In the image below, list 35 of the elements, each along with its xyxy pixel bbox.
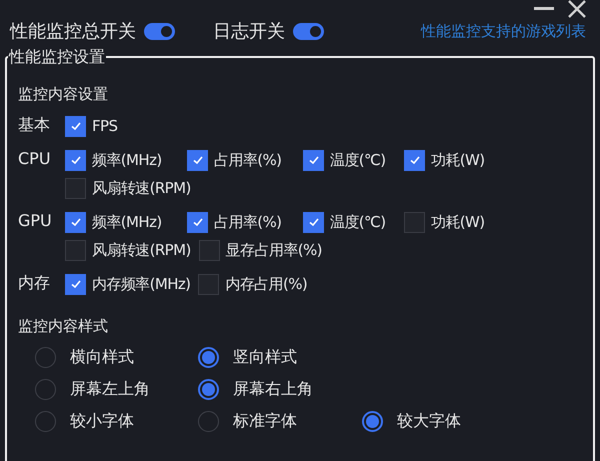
checkbox[interactable]: 显存占用率(%) [198,237,322,263]
checkbox[interactable]: 占用率(%) [187,209,282,235]
checkbox[interactable]: 频率(MHz) [65,147,162,173]
group-label: 内存 [18,272,51,294]
radio-button[interactable]: 较小字体 [35,405,198,437]
checkbox[interactable]: 温度(℃) [303,209,386,235]
section-title: 监控内容样式 [18,316,109,337]
minimize-icon[interactable] [534,6,554,12]
checkbox[interactable]: 频率(MHz) [65,209,162,235]
checkbox[interactable]: 内存频率(MHz) [65,271,190,297]
group-label: GPU [18,210,53,232]
checkbox[interactable]: 温度(℃) [303,147,386,173]
panel-title: 性能监控设置 [8,46,106,68]
switch-label: 性能监控总开关 [10,20,136,44]
radio-button[interactable]: 竖向样式 [198,341,362,373]
radio-button[interactable]: 横向样式 [35,341,198,373]
radio-button[interactable]: 较大字体 [362,405,502,437]
group-label: CPU [18,148,52,170]
checkbox[interactable]: 功耗(W) [404,147,485,173]
radio-button[interactable]: 屏幕右上角 [198,373,362,405]
section-title: 监控内容设置 [18,84,109,105]
checkbox[interactable]: 功耗(W) [404,209,485,235]
close-icon[interactable] [568,0,586,18]
checkbox[interactable]: 风扇转速(RPM) [65,237,191,263]
toggle-switch[interactable] [293,23,324,40]
group-label: 基本 [18,114,51,136]
checkbox[interactable]: 占用率(%) [187,147,282,173]
game-list-link[interactable]: 性能监控支持的游戏列表 [421,20,586,43]
radio-button[interactable]: 屏幕左上角 [35,373,198,405]
toggle-switch[interactable] [144,23,175,40]
switch-label: 日志开关 [213,20,285,44]
checkbox[interactable]: 内存占用(%) [198,271,308,297]
checkbox[interactable]: FPS [65,113,118,139]
checkbox[interactable]: 风扇转速(RPM) [65,175,191,201]
radio-button[interactable]: 标准字体 [198,405,362,437]
